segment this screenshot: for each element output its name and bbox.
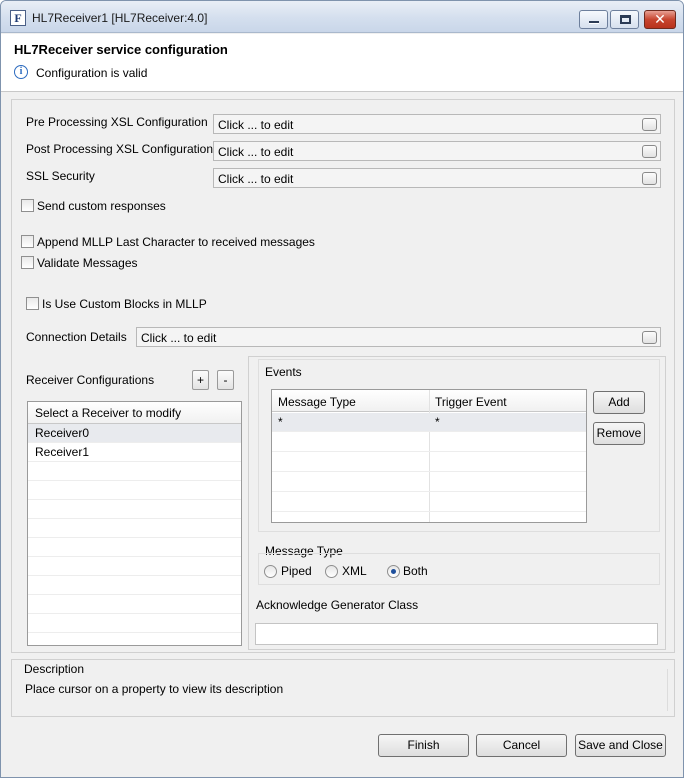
events-title: Events <box>265 365 302 379</box>
custom-blocks-checkbox[interactable] <box>26 297 39 310</box>
receiver-list[interactable]: Select a Receiver to modify Receiver0 Re… <box>27 401 242 646</box>
pre-xsl-field[interactable]: Click ... to edit <box>213 114 661 134</box>
finish-button[interactable]: Finish <box>378 734 469 757</box>
post-xsl-value: Click ... to edit <box>218 145 294 159</box>
radio-piped[interactable] <box>264 565 277 578</box>
radio-piped-label: Piped <box>281 564 312 578</box>
table-row[interactable]: * * <box>272 413 586 432</box>
connection-edit-button[interactable] <box>642 331 657 344</box>
dialog-window: F HL7Receiver1 [HL7Receiver:4.0] ✕ HL7Re… <box>0 0 684 778</box>
send-custom-checkbox[interactable] <box>21 199 34 212</box>
receiver-list-header: Select a Receiver to modify <box>28 402 241 424</box>
description-divider <box>667 669 670 711</box>
maximize-button[interactable] <box>610 10 639 29</box>
ssl-value: Click ... to edit <box>218 172 294 186</box>
table-row-empty <box>272 453 586 472</box>
table-row-empty <box>272 433 586 452</box>
column-header-trigger-event: Trigger Event <box>435 395 507 409</box>
pre-xsl-edit-button[interactable] <box>642 118 657 131</box>
append-mllp-checkbox[interactable] <box>21 235 34 248</box>
list-row-empty <box>28 576 241 595</box>
ssl-field[interactable]: Click ... to edit <box>213 168 661 188</box>
table-row-empty <box>272 493 586 512</box>
ack-generator-input[interactable] <box>255 623 658 645</box>
message-type-group: Piped XML Both <box>258 553 660 585</box>
ssl-label: SSL Security <box>26 169 95 183</box>
maximize-icon <box>620 15 631 24</box>
list-row-empty <box>28 519 241 538</box>
events-table[interactable]: Message Type Trigger Event * * <box>271 389 587 523</box>
append-mllp-label: Append MLLP Last Character to received m… <box>37 235 315 249</box>
minimize-button[interactable] <box>579 10 608 29</box>
receiver-detail-panel: Events Message Type Trigger Event * * Ad… <box>248 356 666 650</box>
send-custom-label: Send custom responses <box>37 199 166 213</box>
validate-checkbox[interactable] <box>21 256 34 269</box>
list-row-empty <box>28 595 241 614</box>
cancel-button[interactable]: Cancel <box>476 734 567 757</box>
post-xsl-label: Post Processing XSL Configuration <box>26 142 213 156</box>
custom-blocks-label: Is Use Custom Blocks in MLLP <box>42 297 207 311</box>
receivers-title: Receiver Configurations <box>26 373 155 387</box>
add-event-button[interactable]: Add <box>593 391 645 414</box>
ack-label: Acknowledge Generator Class <box>256 598 419 612</box>
events-group: Events Message Type Trigger Event * * Ad… <box>258 359 660 532</box>
connection-value: Click ... to edit <box>141 331 217 345</box>
connection-label: Connection Details <box>26 330 127 344</box>
cell-trigger-event: * <box>435 415 440 429</box>
window-title: HL7Receiver1 [HL7Receiver:4.0] <box>32 11 208 25</box>
close-button[interactable]: ✕ <box>644 10 676 29</box>
pre-xsl-value: Click ... to edit <box>218 118 294 132</box>
app-icon: F <box>10 10 26 26</box>
remove-event-button[interactable]: Remove <box>593 422 645 445</box>
post-xsl-field[interactable]: Click ... to edit <box>213 141 661 161</box>
radio-xml[interactable] <box>325 565 338 578</box>
pre-xsl-label: Pre Processing XSL Configuration <box>26 115 208 129</box>
post-xsl-edit-button[interactable] <box>642 145 657 158</box>
list-row-empty <box>28 500 241 519</box>
info-icon: i <box>14 65 28 79</box>
remove-receiver-button[interactable]: - <box>217 370 234 390</box>
description-title: Description <box>24 662 85 676</box>
list-row-empty <box>28 481 241 500</box>
title-bar[interactable]: F HL7Receiver1 [HL7Receiver:4.0] ✕ <box>1 1 683 33</box>
list-row-empty <box>28 557 241 576</box>
page-title: HL7Receiver service configuration <box>14 42 228 57</box>
close-icon: ✕ <box>654 11 666 27</box>
save-and-close-button[interactable]: Save and Close <box>575 734 666 757</box>
cell-message-type: * <box>278 415 283 429</box>
list-row-empty <box>28 633 241 645</box>
connection-field[interactable]: Click ... to edit <box>136 327 661 347</box>
list-row-empty <box>28 462 241 481</box>
minimize-icon <box>589 21 599 24</box>
config-header: HL7Receiver service configuration i Conf… <box>1 34 683 92</box>
radio-both[interactable] <box>387 565 400 578</box>
description-text: Place cursor on a property to view its d… <box>25 682 284 696</box>
list-row-empty <box>28 538 241 557</box>
receiver-item-1[interactable]: Receiver1 <box>28 443 241 462</box>
main-config-panel: Pre Processing XSL Configuration Click .… <box>11 99 675 653</box>
receiver-item-0[interactable]: Receiver0 <box>28 424 241 443</box>
add-receiver-button[interactable]: + <box>192 370 209 390</box>
validate-label: Validate Messages <box>37 256 138 270</box>
radio-both-label: Both <box>403 564 428 578</box>
description-panel: Description Place cursor on a property t… <box>11 659 675 717</box>
list-row-empty <box>28 614 241 633</box>
radio-xml-label: XML <box>342 564 367 578</box>
table-row-empty <box>272 473 586 492</box>
ssl-edit-button[interactable] <box>642 172 657 185</box>
validation-status: Configuration is valid <box>36 66 148 80</box>
column-header-message-type: Message Type <box>278 395 356 409</box>
